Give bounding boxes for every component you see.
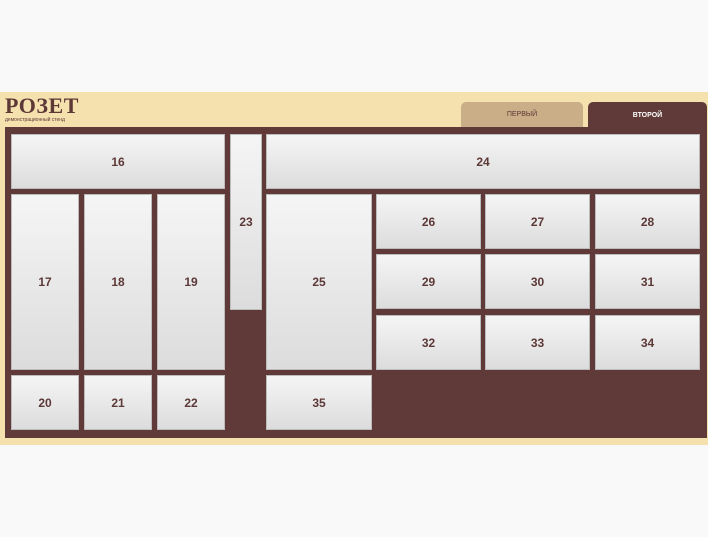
cell-33[interactable]: 33 [485,315,590,370]
cell-32[interactable]: 32 [376,315,481,370]
cell-21[interactable]: 21 [84,375,152,430]
cell-28[interactable]: 28 [595,194,700,249]
logo-title: РОЗЕТ [5,93,79,118]
cell-27[interactable]: 27 [485,194,590,249]
cell-20[interactable]: 20 [11,375,79,430]
logo-subtitle: демонстрационный стенд [5,117,65,123]
cell-24[interactable]: 24 [266,134,700,189]
cell-35[interactable]: 35 [266,375,372,430]
cell-31[interactable]: 31 [595,254,700,309]
cell-17[interactable]: 17 [11,194,79,370]
cell-34[interactable]: 34 [595,315,700,370]
logo: РОЗЕТ демонстрационный стенд [5,95,78,125]
cell-23[interactable]: 23 [230,134,262,310]
cell-30[interactable]: 30 [485,254,590,309]
cell-25[interactable]: 25 [266,194,372,370]
cell-26[interactable]: 26 [376,194,481,249]
cell-22[interactable]: 22 [157,375,225,430]
cell-16[interactable]: 16 [11,134,225,189]
app-window: РОЗЕТ демонстрационный стенд ПЕРВЫЙ ВТОР… [0,92,708,445]
cell-19[interactable]: 19 [157,194,225,370]
cell-29[interactable]: 29 [376,254,481,309]
tab-second[interactable]: ВТОРОЙ [588,102,707,128]
room-board: 16 17 18 19 20 21 22 23 24 25 26 27 28 2… [5,127,707,438]
tab-first[interactable]: ПЕРВЫЙ [461,102,583,127]
cell-18[interactable]: 18 [84,194,152,370]
